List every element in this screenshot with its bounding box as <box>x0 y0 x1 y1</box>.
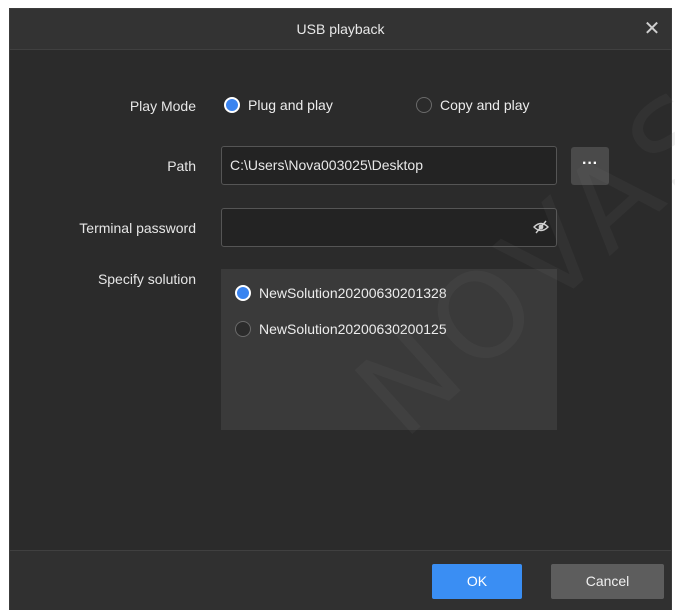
radio-selected-icon <box>235 285 251 301</box>
dialog-titlebar: USB playback ✕ <box>10 9 671 50</box>
radio-selected-icon <box>224 97 240 113</box>
radio-unselected-icon <box>416 97 432 113</box>
radio-copy-and-play[interactable]: Copy and play <box>416 97 530 113</box>
solution-item[interactable]: NewSolution20200630200125 <box>235 321 447 337</box>
radio-unselected-icon <box>235 321 251 337</box>
radio-label: Plug and play <box>248 97 333 113</box>
solution-label: NewSolution20200630201328 <box>259 285 447 301</box>
browse-button[interactable]: ··· <box>571 147 609 185</box>
path-field[interactable]: C:\Users\Nova003025\Desktop <box>221 146 557 185</box>
ok-button[interactable]: OK <box>432 564 522 599</box>
terminal-password-label: Terminal password <box>79 220 196 236</box>
terminal-password-field[interactable] <box>221 208 557 247</box>
play-mode-label: Play Mode <box>129 98 196 114</box>
solution-label: NewSolution20200630200125 <box>259 321 447 337</box>
radio-label: Copy and play <box>440 97 530 113</box>
cancel-button[interactable]: Cancel <box>551 564 664 599</box>
solution-item[interactable]: NewSolution20200630201328 <box>235 285 447 301</box>
close-icon[interactable]: ✕ <box>641 18 663 40</box>
radio-plug-and-play[interactable]: Plug and play <box>224 97 333 113</box>
eye-off-icon[interactable] <box>532 218 550 236</box>
usb-playback-dialog: USB playback ✕ Play Mode Plug and play C… <box>9 8 672 610</box>
dialog-title: USB playback <box>296 21 385 37</box>
specify-solution-label: Specify solution <box>97 271 196 287</box>
solution-list: NewSolution20200630201328 NewSolution202… <box>221 269 557 430</box>
path-label: Path <box>167 158 196 174</box>
